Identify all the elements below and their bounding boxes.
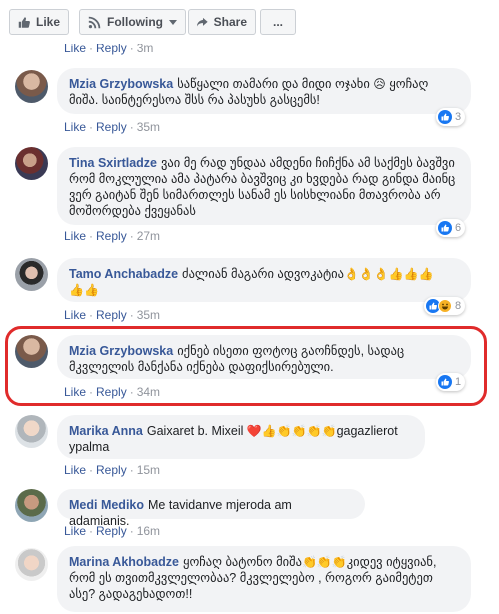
- reply-link[interactable]: Reply: [96, 463, 127, 477]
- sad-face-emoji: 😥: [373, 77, 386, 91]
- avatar[interactable]: [15, 147, 48, 180]
- reply-link[interactable]: Reply: [96, 120, 127, 134]
- separator-dot: ·: [89, 308, 94, 322]
- ok-hand-emoji: 👌👌👌👍👍👍: [343, 267, 434, 281]
- reply-link[interactable]: Reply: [96, 524, 127, 538]
- share-button[interactable]: Share: [188, 9, 256, 35]
- thumbs-up-emoji: 👍👍: [69, 283, 99, 297]
- avatar[interactable]: [15, 489, 48, 522]
- comment-actions: Like · Reply · 35m: [64, 308, 160, 322]
- reply-link[interactable]: Reply: [96, 308, 127, 322]
- comment-text: ძალიან მაგარი ადვოკატია: [182, 267, 344, 281]
- share-arrow-icon: [197, 17, 208, 26]
- reaction-number: 8: [455, 300, 462, 312]
- avatar[interactable]: [15, 70, 48, 103]
- comment-author[interactable]: Medi Mediko: [69, 498, 144, 512]
- avatar[interactable]: [15, 258, 48, 291]
- like-link[interactable]: Like: [64, 308, 86, 322]
- comment-bubble: Medi Mediko Me tavidanve mjeroda am adami…: [57, 489, 365, 528]
- comment-actions: Like · Reply · 35m: [64, 120, 160, 134]
- like-link[interactable]: Like: [64, 524, 86, 538]
- reaction-number: 6: [455, 222, 462, 234]
- comment-author[interactable]: Marina Akhobadze: [69, 555, 179, 569]
- following-button-label: Following: [107, 15, 163, 29]
- separator-dot: ·: [129, 120, 134, 134]
- heart-clap-emoji: ❤️👍👏👏👏👏: [246, 424, 337, 438]
- like-link[interactable]: Like: [64, 463, 86, 477]
- like-link[interactable]: Like: [64, 120, 86, 134]
- reaction-count[interactable]: 8: [424, 297, 466, 315]
- comment-text: Gaixaret b. Mixeil: [146, 424, 247, 438]
- rss-icon: [88, 16, 101, 28]
- comment-author[interactable]: Mzia Grzybowska: [69, 77, 173, 91]
- comment-actions: Like · Reply · 16m: [64, 524, 160, 538]
- like-reaction-icon: [438, 110, 452, 124]
- comment-time[interactable]: 35m: [137, 120, 160, 134]
- separator-dot: ·: [89, 524, 94, 538]
- like-button-label: Like: [35, 15, 60, 29]
- red-highlight-box: [5, 326, 487, 406]
- separator-dot: ·: [129, 308, 134, 322]
- comment-text: საწყალი თამარი და მიდი ოჯახი: [177, 77, 374, 91]
- share-button-label: Share: [213, 15, 247, 29]
- separator-dot: ·: [89, 120, 94, 134]
- separator-dot: ·: [129, 463, 134, 477]
- separator-dot: ·: [129, 229, 134, 243]
- separator-dot: ·: [89, 229, 94, 243]
- avatar[interactable]: [15, 548, 48, 581]
- comment-text: ყოჩაღ ბატონო მიშა: [182, 555, 302, 569]
- comment-author[interactable]: Marika Anna: [69, 424, 143, 438]
- avatar[interactable]: [15, 415, 48, 448]
- thumbs-up-icon: [18, 16, 30, 28]
- post-action-bar: Like Following Share ...: [0, 0, 499, 44]
- comment-bubble: Mzia Grzybowska საწყალი თამარი და მიდი ოჯ…: [57, 68, 471, 114]
- comment-bubble: Marika Anna Gaixaret b. Mixeil ❤️👍👏👏👏👏gag…: [57, 415, 425, 459]
- reaction-count[interactable]: 3: [436, 108, 466, 126]
- separator-dot: ·: [129, 524, 134, 538]
- comment-bubble: Marina Akhobadze ყოჩაღ ბატონო მიშა👏👏👏კიდე…: [57, 546, 471, 612]
- comment-time[interactable]: 35m: [137, 308, 160, 322]
- more-options-icon: ...: [272, 15, 283, 29]
- like-button[interactable]: Like: [9, 9, 69, 35]
- like-link[interactable]: Like: [64, 229, 86, 243]
- clap-emoji: 👏👏👏: [301, 555, 347, 569]
- comment-time[interactable]: 15m: [137, 463, 160, 477]
- comment-time[interactable]: 27m: [137, 229, 160, 243]
- comment-actions: Like · Reply · 15m: [64, 463, 160, 477]
- separator-dot: ·: [89, 463, 94, 477]
- reaction-count[interactable]: 6: [436, 219, 466, 237]
- comment-author[interactable]: Tamo Anchabadze: [69, 267, 178, 281]
- reply-link[interactable]: Reply: [96, 229, 127, 243]
- comment-bubble: Tina Sxirtladze ვაი მე რად უნდაა ამდენი ჩ…: [57, 147, 471, 225]
- haha-reaction-icon: [438, 299, 452, 313]
- following-button[interactable]: Following: [79, 9, 186, 35]
- comment-bubble: Tamo Anchabadze ძალიან მაგარი ადვოკატია👌👌…: [57, 258, 471, 302]
- caret-down-icon: [169, 19, 177, 25]
- like-reaction-icon: [438, 221, 452, 235]
- comment-author[interactable]: Tina Sxirtladze: [69, 156, 157, 170]
- comment-time[interactable]: 16m: [137, 524, 160, 538]
- reaction-number: 3: [455, 111, 462, 123]
- comment-actions: Like · Reply · 27m: [64, 229, 160, 243]
- more-options-button[interactable]: ...: [260, 9, 296, 35]
